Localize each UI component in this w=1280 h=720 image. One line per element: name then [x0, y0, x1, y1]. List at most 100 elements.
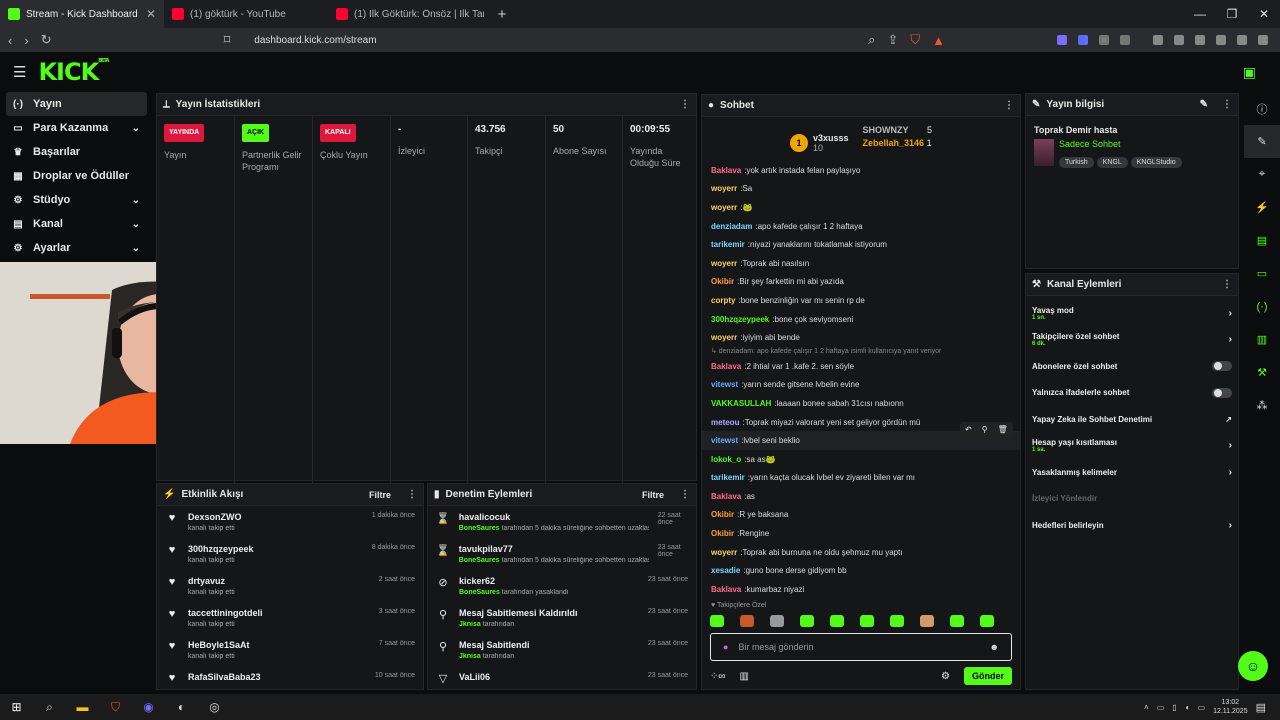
emoji-icon[interactable]: ☻: [990, 642, 999, 652]
app-icon[interactable]: ◉: [132, 700, 165, 714]
new-tab-icon[interactable]: +: [492, 6, 512, 23]
channel-action-item[interactable]: Yasaklanmış kelimeler ›: [1026, 459, 1238, 486]
windows-start-icon[interactable]: ⊞: [0, 700, 33, 714]
sidebar-icon[interactable]: [1174, 35, 1184, 45]
browser-tab-youtube-1[interactable]: (1) göktürk - YouTube: [164, 0, 328, 28]
chat-message[interactable]: tarikemir: yarın kaçta olucak lvbel ev z…: [702, 469, 1020, 488]
share-icon[interactable]: ⇪: [887, 32, 898, 48]
sidebar-item-droplar[interactable]: ▦ Droplar ve Ödüller: [0, 164, 153, 188]
menu-icon[interactable]: [1258, 35, 1268, 45]
flash-icon[interactable]: ⚡: [1244, 191, 1280, 224]
channel-action-item[interactable]: Yapay Zeka ile Sohbet Denetimi ↗: [1026, 406, 1238, 433]
emote-icon[interactable]: [890, 615, 904, 627]
apps-icon[interactable]: ⁂: [1244, 389, 1280, 422]
category-thumbnail[interactable]: [1034, 139, 1054, 166]
chat-username[interactable]: Baklava: [711, 585, 741, 594]
focus-icon[interactable]: ⌖: [1244, 158, 1280, 191]
chat-message[interactable]: Okibir: R ye baksana: [702, 506, 1020, 525]
activity-row[interactable]: ♥ HeBoyle1SaAt kanalı takip etti 7 saat ö…: [157, 634, 423, 666]
activity-row[interactable]: ♥ taccettiningotdeli kanalı takip etti 3 …: [157, 602, 423, 634]
chat-username[interactable]: denziadam: [711, 222, 752, 231]
network-icon[interactable]: ▯: [1172, 703, 1176, 712]
layout-icon[interactable]: ▥: [1244, 323, 1280, 356]
toggle-switch[interactable]: [1212, 387, 1232, 398]
channel-action-item[interactable]: Hedefleri belirleyin ›: [1026, 512, 1238, 539]
support-chat-icon[interactable]: ☺: [1238, 651, 1268, 681]
channel-action-item[interactable]: Yavaş mod 1 sn. ›: [1026, 300, 1238, 327]
chat-message[interactable]: xesadie: guno bone derse gidiyom bb: [702, 561, 1020, 580]
close-tab-icon[interactable]: ✕: [146, 7, 156, 21]
zoom-icon[interactable]: ⌕: [868, 32, 875, 48]
chat-message[interactable]: 300hzqzeypeek: bone çok seviyomseni: [702, 310, 1020, 329]
chat-username[interactable]: woyerr: [711, 259, 737, 268]
emote-icon[interactable]: [800, 615, 814, 627]
chat-username[interactable]: woyerr: [711, 184, 737, 193]
send-button[interactable]: Gönder: [963, 667, 1012, 685]
store-icon[interactable]: ▥: [740, 671, 749, 682]
chat-input[interactable]: ● Bir mesaj gönderin ☻: [710, 633, 1012, 661]
tools-icon[interactable]: ⚒: [1244, 356, 1280, 389]
browser-tab-kick[interactable]: Stream - Kick Dashboard ✕: [0, 0, 164, 28]
file-explorer-icon[interactable]: ▬: [66, 700, 99, 714]
chat-message[interactable]: woyerr: Toprak abi burnuna ne oldu şehmu…: [702, 543, 1020, 562]
sidebar-item-para-kazanma[interactable]: ▭ Para Kazanma ⌄: [0, 116, 153, 140]
stream-tag[interactable]: Turkish: [1059, 157, 1094, 168]
more-options-icon[interactable]: ⋮: [680, 489, 690, 500]
pin-icon[interactable]: ⚲: [982, 425, 988, 434]
chat-username[interactable]: woyerr: [711, 203, 737, 212]
sidebar-item-ayarlar[interactable]: ⚙ Ayarlar ⌄: [0, 236, 153, 260]
category-name[interactable]: Sadece Sohbet: [1059, 139, 1185, 149]
music-icon[interactable]: [1153, 35, 1163, 45]
chevron-up-icon[interactable]: ˄: [1144, 703, 1149, 712]
chat-username[interactable]: tarikemir: [711, 473, 745, 482]
chat-message[interactable]: Okibir: Rengine: [702, 524, 1020, 543]
more-options-icon[interactable]: ⋮: [407, 489, 417, 500]
puzzle-icon[interactable]: [1099, 35, 1109, 45]
chat-username[interactable]: Baklava: [711, 362, 741, 371]
forward-icon[interactable]: ›: [24, 33, 28, 48]
sidebar-item-yayin[interactable]: (·) Yayın: [6, 92, 147, 116]
emote-icon[interactable]: [770, 615, 784, 627]
broadcast-icon[interactable]: (·): [1244, 290, 1280, 323]
chat-message[interactable]: denziadam: apo kafede çalışır 1 2 haftay…: [702, 217, 1020, 236]
extension-icon[interactable]: [1078, 35, 1088, 45]
edit-icon[interactable]: ✎: [1244, 125, 1280, 158]
moderation-row[interactable]: ⊘ kicker62 BoneSaures tarafından yasaklan…: [428, 570, 696, 602]
chat-message[interactable]: Baklava: kumarbaz niyazi: [702, 580, 1020, 599]
moderation-row[interactable]: ⚲ Mesaj Sabitlendi Jknisa tarafından 23 s…: [428, 634, 696, 666]
more-options-icon[interactable]: ⋮: [1222, 99, 1232, 110]
chat-username[interactable]: woyerr: [711, 548, 737, 557]
chat-message[interactable]: lokok_o: sa as🐸: [702, 450, 1020, 469]
notes-icon[interactable]: ▤: [1244, 224, 1280, 257]
chat-username[interactable]: Okibir: [711, 510, 734, 519]
activity-row[interactable]: ♥ 300hzqzeypeek kanalı takip etti 8 dakik…: [157, 538, 423, 570]
usb-icon[interactable]: ▭: [1157, 703, 1165, 712]
chat-message[interactable]: tarikemir: niyazi yanaklarını tokatlamak…: [702, 235, 1020, 254]
stream-tag[interactable]: KNGL: [1096, 157, 1128, 168]
more-options-icon[interactable]: ⋮: [680, 99, 690, 110]
leaderboard-item[interactable]: 1 v3xusss 10: [789, 125, 849, 161]
edit-icon[interactable]: ✎: [1200, 99, 1208, 110]
maximize-icon[interactable]: ❐: [1216, 7, 1248, 21]
close-window-icon[interactable]: ✕: [1248, 7, 1280, 21]
emote-icon[interactable]: [950, 615, 964, 627]
url-field[interactable]: dashboard.kick.com/stream: [254, 35, 856, 46]
brave-shield-icon[interactable]: ⛉: [910, 32, 920, 48]
minimize-icon[interactable]: —: [1184, 7, 1216, 21]
chat-message[interactable]: woyerr: 🐸: [702, 198, 1020, 217]
activity-row[interactable]: ♥ DexsonZWO kanalı takip etti 1 dakika ön…: [157, 506, 423, 538]
sidebar-item-studyo[interactable]: ⚙ Stüdyo ⌄: [0, 188, 153, 212]
chat-username[interactable]: Baklava: [711, 492, 741, 501]
channel-action-item[interactable]: Hesap yaşı kısıtlaması 1 sa. ›: [1026, 433, 1238, 460]
steam-icon[interactable]: ◐: [165, 700, 198, 714]
chat-message[interactable]: corpty: bone benzinliğin var mı senin rp…: [702, 291, 1020, 310]
chat-username[interactable]: xesadie: [711, 566, 740, 575]
chat-username[interactable]: Okibir: [711, 529, 734, 538]
chat-username[interactable]: tarikemir: [711, 240, 745, 249]
chat-username[interactable]: meteou: [711, 418, 739, 427]
chat-username[interactable]: vitewst: [711, 436, 738, 445]
more-options-icon[interactable]: ⋮: [1004, 100, 1014, 111]
chat-username[interactable]: 300hzqzeypeek: [711, 315, 769, 324]
filter-button[interactable]: Filtre: [369, 490, 391, 500]
emote-icon[interactable]: [860, 615, 874, 627]
